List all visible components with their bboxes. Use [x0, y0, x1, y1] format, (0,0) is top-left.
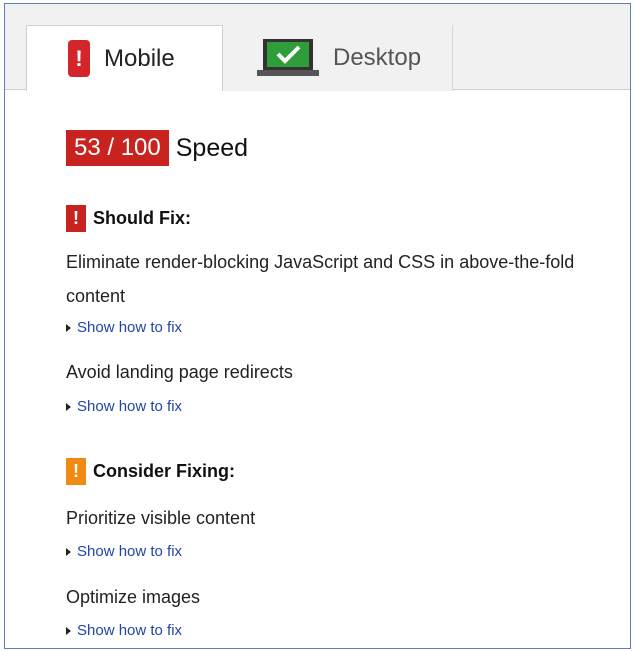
- device-tab-bar: ! Mobile Desktop: [5, 4, 630, 91]
- show-how-to-fix-label: Show how to fix: [77, 319, 183, 336]
- expand-triangle-icon: [66, 323, 71, 332]
- alert-mark: !: [75, 45, 83, 71]
- expand-triangle-icon: [66, 626, 71, 635]
- consider-fixing-title: Consider Fixing:: [93, 461, 236, 481]
- should-fix-heading: ! Should Fix:: [66, 205, 191, 232]
- pagespeed-panel: ! Mobile Desktop 53 / 100 Speed ! Should…: [4, 3, 631, 649]
- consider-fixing-heading: ! Consider Fixing:: [66, 458, 235, 485]
- expand-triangle-icon: [66, 402, 71, 411]
- rule-optimize-images: Optimize images: [66, 587, 201, 607]
- show-how-to-fix-link[interactable]: Show how to fix: [66, 543, 182, 560]
- show-how-to-fix-label: Show how to fix: [77, 543, 183, 560]
- show-how-to-fix-label: Show how to fix: [77, 622, 183, 639]
- tab-mobile[interactable]: ! Mobile: [26, 25, 223, 91]
- tab-desktop[interactable]: Desktop: [223, 25, 453, 91]
- expand-triangle-icon: [66, 547, 71, 556]
- rule-render-blocking: Eliminate render-blocking JavaScript and…: [66, 252, 575, 306]
- consider-fixing-alert-icon: !: [66, 458, 86, 485]
- score-badge: 53 / 100: [66, 130, 169, 166]
- should-fix-alert-icon: !: [66, 205, 86, 232]
- score-label: Speed: [175, 133, 249, 162]
- show-how-to-fix-link[interactable]: Show how to fix: [66, 319, 182, 336]
- show-how-to-fix-link[interactable]: Show how to fix: [66, 622, 182, 639]
- rule-prioritize-visible: Prioritize visible content: [66, 508, 256, 528]
- tab-desktop-label: Desktop: [333, 44, 422, 71]
- show-how-to-fix-link[interactable]: Show how to fix: [66, 398, 182, 415]
- should-fix-title: Should Fix:: [93, 208, 191, 228]
- mobile-phone-alert-icon: !: [68, 40, 90, 77]
- speed-score: 53 / 100 Speed: [66, 130, 248, 166]
- tab-mobile-label: Mobile: [104, 44, 175, 72]
- rule-landing-redirects: Avoid landing page redirects: [66, 362, 293, 382]
- show-how-to-fix-label: Show how to fix: [77, 398, 183, 415]
- laptop-check-icon: [257, 39, 319, 76]
